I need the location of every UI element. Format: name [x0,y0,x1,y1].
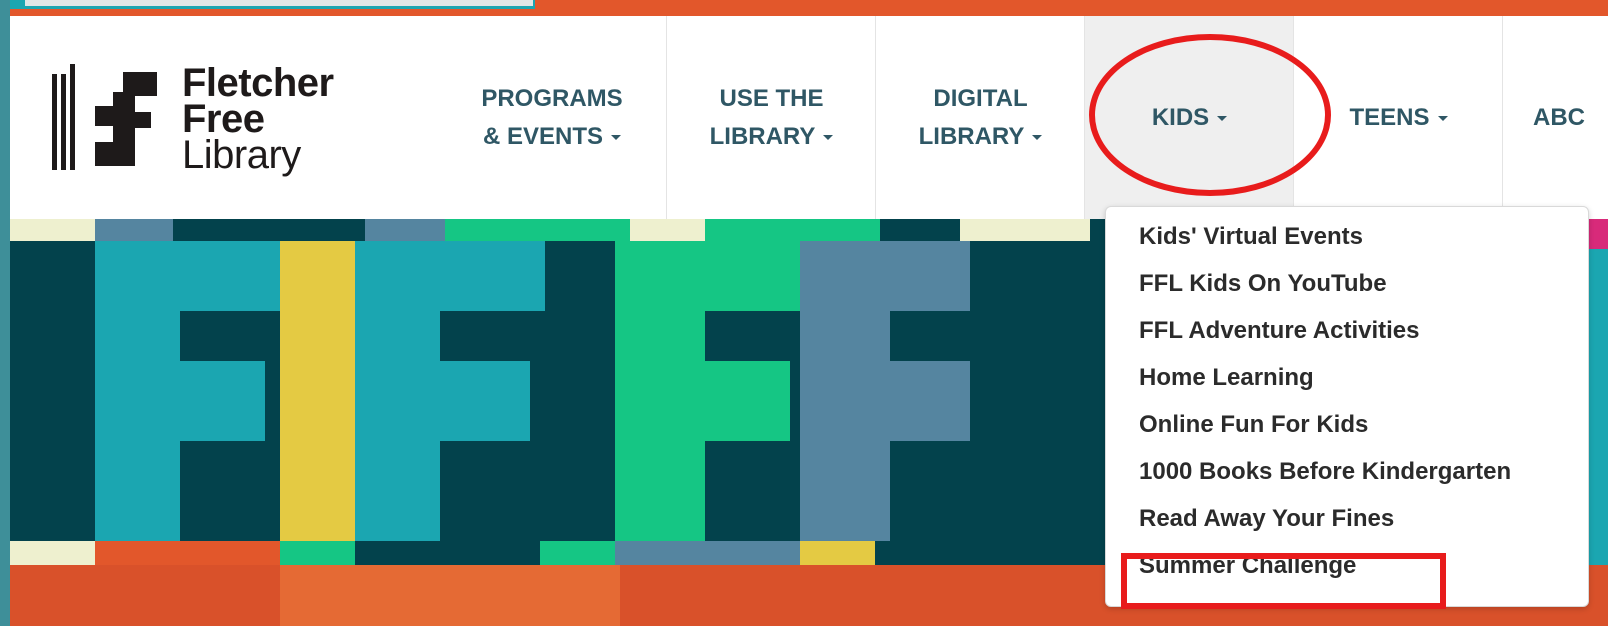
nav-about[interactable]: ABC [1502,16,1608,219]
banner-f-pattern [10,241,1110,541]
browser-viewport: Fletcher Free Library PROGRAMS & EVENTS … [10,0,1608,626]
menu-item-1000-books[interactable]: 1000 Books Before Kindergarten [1139,452,1511,492]
menu-item-ffl-kids-on-youtube[interactable]: FFL Kids On YouTube [1139,264,1387,304]
nav-label: & EVENTS [482,122,604,150]
fletcher-free-library-logo[interactable]: Fletcher Free Library [50,63,370,177]
nav-label: LIBRARY [918,122,1025,150]
nav-kids[interactable]: KIDS [1084,16,1294,219]
nav-label: TEENS [1349,103,1430,131]
menu-item-ffl-adventure-activities[interactable]: FFL Adventure Activities [1139,311,1420,351]
caret-down-icon [823,134,834,140]
nav-label: USE THE [719,84,824,112]
nav-teens[interactable]: TEENS [1293,16,1503,219]
menu-item-online-fun-for-kids[interactable]: Online Fun For Kids [1139,405,1368,445]
menu-item-summer-challenge[interactable]: Summer Challenge [1139,546,1356,586]
nav-label: DIGITAL [933,84,1028,112]
caret-down-icon [1437,115,1448,121]
nav-use-the-library[interactable]: USE THE LIBRARY [666,16,876,219]
menu-item-kids-virtual-events[interactable]: Kids' Virtual Events [1139,217,1363,257]
nav-label: ABC [1533,103,1585,131]
caret-down-icon [611,134,622,140]
site-header: Fletcher Free Library PROGRAMS & EVENTS … [10,16,1608,219]
nav-programs-events[interactable]: PROGRAMS & EVENTS [452,16,652,219]
nav-digital-library[interactable]: DIGITAL LIBRARY [875,16,1085,219]
caret-down-icon [1032,134,1043,140]
nav-label: KIDS [1151,103,1210,131]
menu-item-home-learning[interactable]: Home Learning [1139,358,1314,398]
kids-dropdown-menu: Kids' Virtual Events FFL Kids On YouTube… [1105,206,1589,607]
logo-line-library: Library [182,133,301,177]
top-accent-stripe [10,0,1608,16]
nav-label: PROGRAMS [481,84,623,112]
menu-item-read-away-your-fines[interactable]: Read Away Your Fines [1139,499,1394,539]
logo-f-mark-icon [95,72,157,166]
nav-label: LIBRARY [709,122,816,150]
caret-down-icon [1217,115,1228,121]
